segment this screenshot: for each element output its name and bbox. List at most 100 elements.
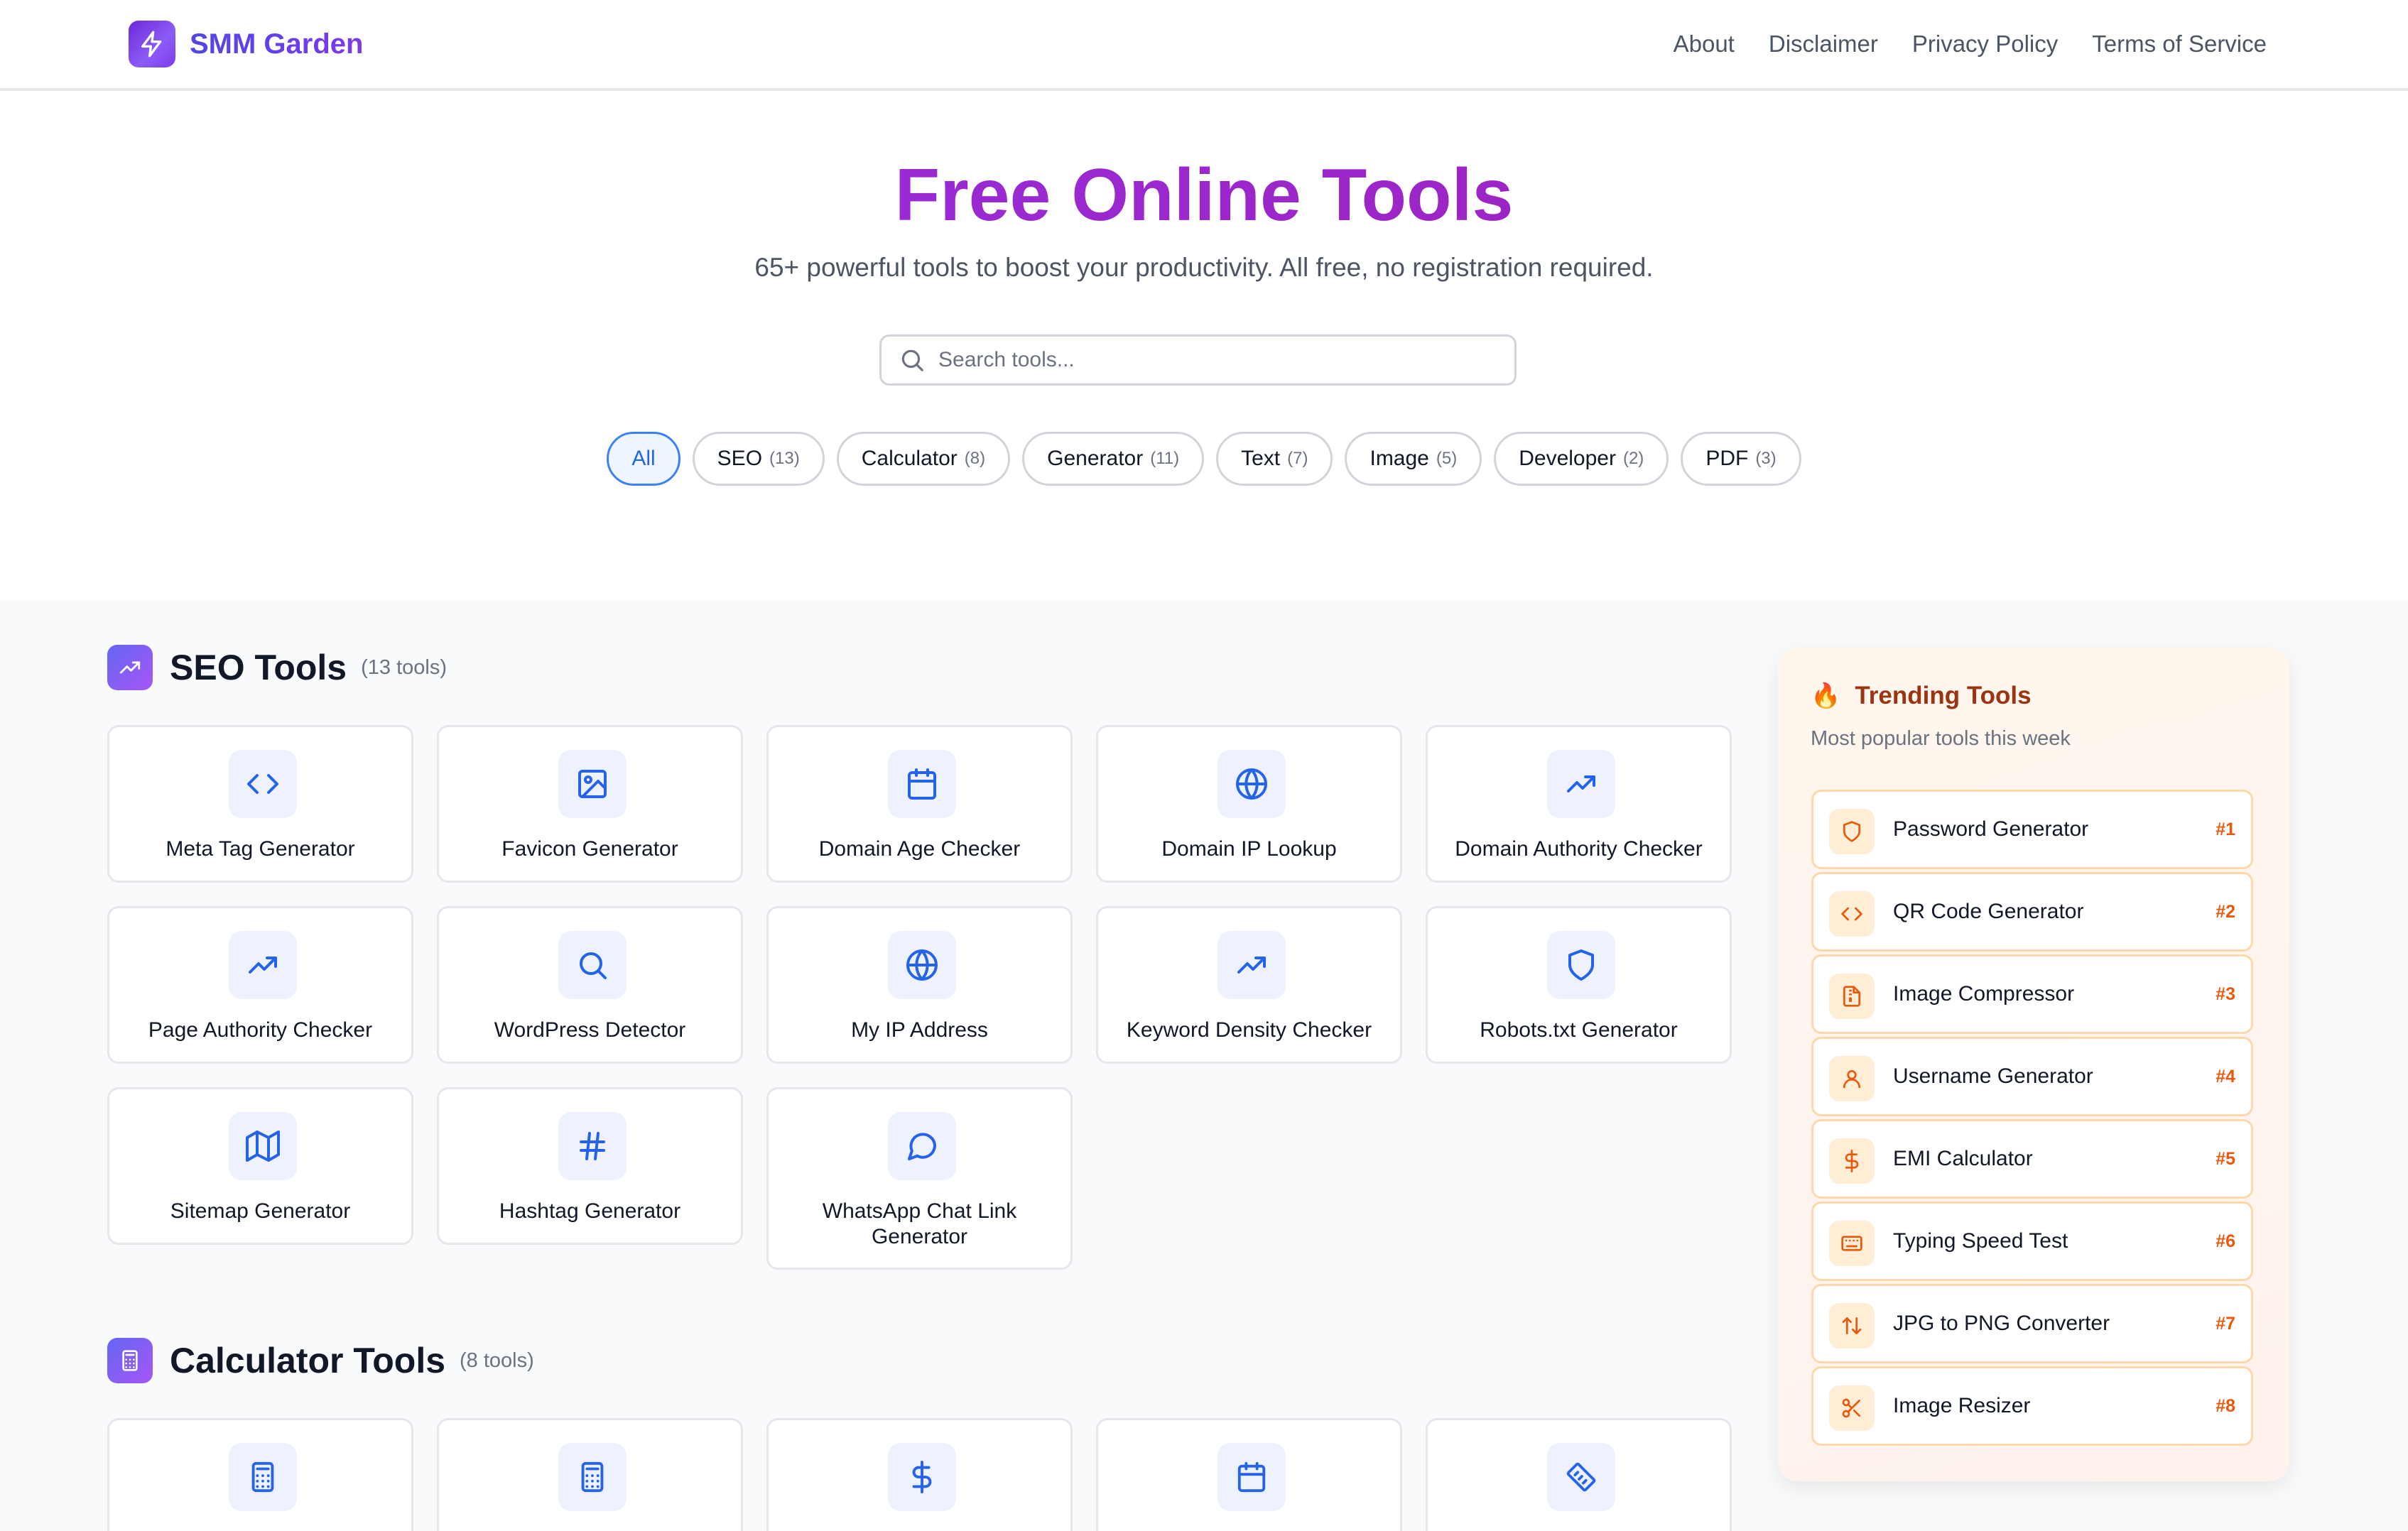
trending-item-jpg-to-png-converter[interactable]: JPG to PNG Converter #7 — [1811, 1284, 2253, 1363]
filter-chip-pdf[interactable]: PDF (3) — [1681, 432, 1801, 486]
arrows-updown-icon — [1829, 1303, 1875, 1349]
filter-label: Image — [1370, 447, 1429, 470]
tool-card-favicon-generator[interactable]: Favicon Generator — [437, 725, 743, 883]
image-icon — [558, 750, 627, 818]
filter-label: SEO — [717, 447, 763, 470]
tool-card-my-ip-address[interactable]: My IP Address — [766, 906, 1073, 1064]
trending-item-name: QR Code Generator — [1893, 900, 2084, 923]
user-icon — [1829, 1056, 1875, 1101]
tool-label: Keyword Density Checker — [1126, 1018, 1372, 1042]
tool-card-calculator-2[interactable] — [437, 1418, 743, 1531]
filter-chip-image[interactable]: Image (5) — [1345, 432, 1482, 486]
tool-card-robots-txt-generator[interactable]: Robots.txt Generator — [1426, 906, 1732, 1064]
tool-label: WordPress Detector — [494, 1018, 686, 1042]
section-title: Calculator Tools — [170, 1341, 446, 1380]
filter-chip-generator[interactable]: Generator (11) — [1022, 432, 1205, 486]
filter-chip-text[interactable]: Text (7) — [1216, 432, 1333, 486]
trending-item-emi-calculator[interactable]: EMI Calculator #5 — [1811, 1119, 2253, 1199]
trending-item-name: Image Resizer — [1893, 1394, 2031, 1417]
nav-link-disclaimer[interactable]: Disclaimer — [1769, 31, 1878, 58]
trending-item-name: Typing Speed Test — [1893, 1229, 2068, 1253]
trending-item-name: EMI Calculator — [1893, 1147, 2033, 1170]
search-box[interactable] — [879, 334, 1517, 386]
tool-label: Sitemap Generator — [170, 1199, 351, 1223]
trending-item-rank: #7 — [2216, 1314, 2235, 1334]
tool-card-domain-ip-lookup[interactable]: Domain IP Lookup — [1096, 725, 1402, 883]
tool-card-calculator-1[interactable] — [107, 1418, 413, 1531]
nav-link-privacy-policy[interactable]: Privacy Policy — [1912, 31, 2058, 58]
scissors-icon — [1829, 1385, 1875, 1431]
tool-label: Page Authority Checker — [148, 1018, 373, 1042]
trending-item-name: JPG to PNG Converter — [1893, 1312, 2110, 1335]
calculator-section-header: Calculator Tools (8 tools) — [107, 1338, 534, 1383]
trending-item-image-compressor[interactable]: Image Compressor #3 — [1811, 954, 2253, 1034]
tool-label: WhatsApp Chat Link Generator — [822, 1199, 1017, 1248]
tool-card-keyword-density-checker[interactable]: Keyword Density Checker — [1096, 906, 1402, 1064]
filter-chip-seo[interactable]: SEO (13) — [692, 432, 825, 486]
filter-count: (7) — [1287, 449, 1308, 468]
trending-item-rank: #1 — [2216, 819, 2235, 839]
trending-item-username-generator[interactable]: Username Generator #4 — [1811, 1037, 2253, 1116]
fire-icon: 🔥 — [1811, 682, 1841, 709]
section-count: (13 tools) — [361, 655, 447, 679]
trending-subtitle: Most popular tools this week — [1811, 727, 2071, 750]
filter-count: (13) — [769, 449, 800, 468]
trending-item-password-generator[interactable]: Password Generator #1 — [1811, 790, 2253, 869]
filter-chip-calculator[interactable]: Calculator (8) — [836, 432, 1011, 486]
filter-label: Developer — [1519, 447, 1616, 470]
tool-card-meta-tag-generator[interactable]: Meta Tag Generator — [107, 725, 413, 883]
filter-label: All — [631, 447, 656, 470]
hash-icon — [558, 1112, 627, 1180]
tool-card-calculator-4[interactable] — [1096, 1418, 1402, 1531]
trending-item-rank: #2 — [2216, 902, 2235, 922]
filter-chip-developer[interactable]: Developer (2) — [1494, 432, 1669, 486]
filter-chip-all[interactable]: All — [607, 432, 680, 486]
tool-label: Favicon Generator — [501, 837, 678, 861]
ruler-icon — [1547, 1443, 1615, 1511]
tool-card-sitemap-generator[interactable]: Sitemap Generator — [107, 1087, 413, 1245]
tool-card-wordpress-detector[interactable]: WordPress Detector — [437, 906, 743, 1064]
trending-item-image-resizer[interactable]: Image Resizer #8 — [1811, 1366, 2253, 1446]
tool-card-calculator-5[interactable] — [1426, 1418, 1732, 1531]
trending-item-name: Username Generator — [1893, 1064, 2093, 1088]
tool-label: Meta Tag Generator — [166, 837, 355, 861]
tool-label: Domain IP Lookup — [1161, 837, 1337, 861]
trending-item-qr-code-generator[interactable]: QR Code Generator #2 — [1811, 872, 2253, 952]
trending-up-icon — [1547, 750, 1615, 818]
lightning-icon — [129, 21, 175, 67]
filter-count: (2) — [1622, 449, 1644, 468]
tool-card-domain-age-checker[interactable]: Domain Age Checker — [766, 725, 1073, 883]
search-input[interactable] — [938, 348, 1492, 372]
trending-item-rank: #4 — [2216, 1067, 2235, 1086]
filter-label: PDF — [1705, 447, 1749, 470]
seo-section-header: SEO Tools (13 tools) — [107, 645, 447, 690]
trending-item-name: Password Generator — [1893, 817, 2089, 841]
search-icon — [899, 347, 926, 374]
nav-links: About Disclaimer Privacy Policy Terms of… — [1674, 0, 2267, 88]
nav-link-about[interactable]: About — [1674, 31, 1735, 58]
calculator-icon — [229, 1443, 297, 1511]
calculator-icon — [107, 1338, 153, 1383]
hero-section: Free Online Tools 65+ powerful tools to … — [0, 91, 2408, 599]
shield-icon — [1829, 809, 1875, 854]
page-title: Free Online Tools — [0, 151, 2408, 240]
tool-card-calculator-3[interactable] — [766, 1418, 1073, 1531]
globe-icon — [1217, 750, 1286, 818]
calendar-icon — [1217, 1443, 1286, 1511]
tool-card-page-authority-checker[interactable]: Page Authority Checker — [107, 906, 413, 1064]
tool-card-domain-authority-checker[interactable]: Domain Authority Checker — [1426, 725, 1732, 883]
filter-count: (3) — [1755, 449, 1777, 468]
trending-item-rank: #6 — [2216, 1231, 2235, 1251]
brand-logo[interactable]: SMM Garden — [129, 21, 363, 67]
top-nav: SMM Garden About Disclaimer Privacy Poli… — [0, 0, 2408, 91]
dollar-icon — [1829, 1138, 1875, 1184]
map-icon — [229, 1112, 297, 1180]
tool-label: Robots.txt Generator — [1480, 1018, 1678, 1042]
message-icon — [888, 1112, 956, 1180]
tool-card-hashtag-generator[interactable]: Hashtag Generator — [437, 1087, 743, 1245]
filter-label: Generator — [1047, 447, 1144, 470]
nav-link-terms-of-service[interactable]: Terms of Service — [2092, 31, 2267, 58]
trending-item-typing-speed-test[interactable]: Typing Speed Test #6 — [1811, 1202, 2253, 1281]
calendar-icon — [888, 750, 956, 818]
tool-card-whatsapp-chat-link-generator[interactable]: WhatsApp Chat Link Generator — [766, 1087, 1073, 1270]
